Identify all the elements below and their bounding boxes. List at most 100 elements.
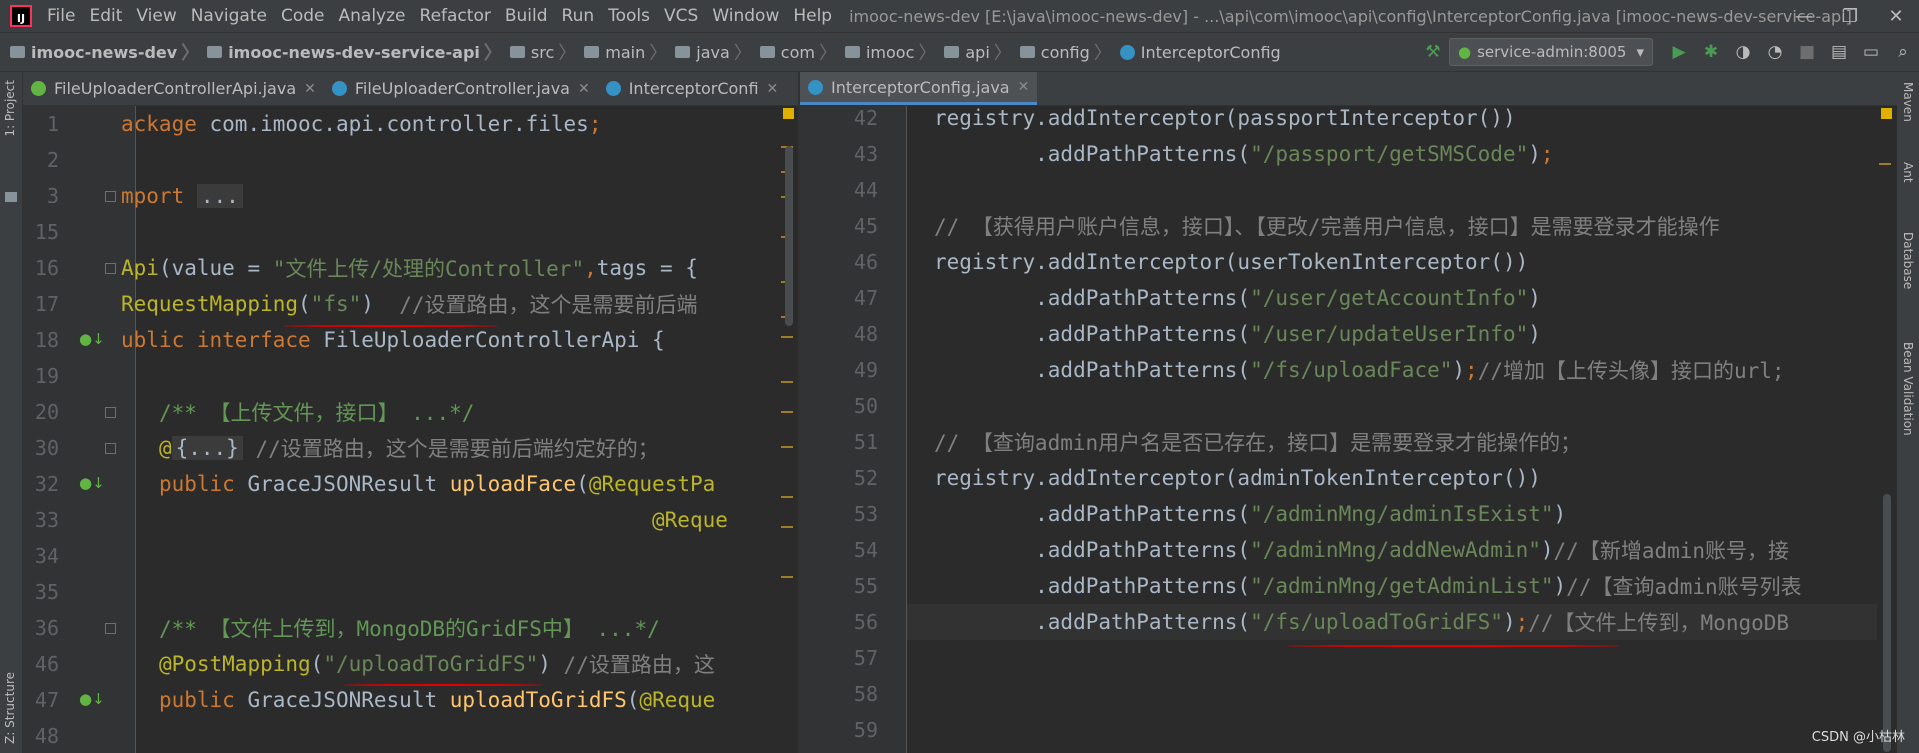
coverage-icon[interactable]: ◑	[1730, 39, 1756, 65]
project-structure-icon[interactable]: ▤	[1826, 39, 1852, 65]
breadcrumb-item[interactable]: InterceptorConfig	[1116, 43, 1281, 62]
left-code-editor[interactable]: 1 ackage com.imooc.api.controller.files; 2…	[23, 106, 798, 753]
folder-icon	[207, 46, 223, 58]
bean-validation-tool-button[interactable]: Bean Validation	[1901, 342, 1915, 436]
line-number: 20	[34, 400, 59, 424]
spring-bean-icon[interactable]: ●↓	[79, 330, 105, 348]
scrollbar-mark	[781, 446, 793, 448]
close-icon[interactable]: ✕	[304, 81, 316, 97]
menu-tools[interactable]: Tools	[601, 6, 657, 26]
tab-overflow-button[interactable]: ⋮≡8	[786, 72, 798, 105]
structure-tool-button[interactable]: Z: Structure	[3, 672, 17, 744]
implemented-icon[interactable]: ●↓	[79, 474, 105, 492]
close-icon[interactable]: ✕	[1018, 79, 1030, 95]
close-icon[interactable]: ✕	[767, 81, 779, 97]
code-token: ackage	[121, 112, 210, 136]
breadcrumb-item[interactable]: java 〉	[671, 39, 756, 65]
window-title: imooc-news-dev [E:\java\imooc-news-dev] …	[849, 6, 1852, 26]
line-number: 51	[853, 430, 878, 454]
code-token: // 【获得用户账户信息，接口】、【更改/完善用户信息，接口】是需要登录才能操作	[934, 215, 1720, 239]
code-token: .addPathPatterns(	[934, 286, 1251, 310]
code-token: @Reque	[639, 688, 716, 712]
editor-tab[interactable]: InterceptorConfi ✕	[598, 72, 787, 105]
interface-icon	[31, 81, 46, 96]
search-icon[interactable]: ⌕	[1890, 39, 1916, 65]
restore-icon[interactable]: ❐	[1827, 0, 1873, 32]
breadcrumb-item[interactable]: api 〉	[940, 39, 1015, 65]
code-token: ;	[1515, 610, 1529, 634]
menu-window[interactable]: Window	[705, 6, 786, 26]
fold-toggle-icon[interactable]	[105, 443, 116, 454]
folder-icon	[759, 46, 775, 58]
left-scrollbar-thumb[interactable]	[785, 146, 793, 326]
line-number: 48	[853, 322, 878, 346]
code-line: @ {...} //设置路由，这个是需要前后端约定好的；	[121, 430, 659, 466]
fold-toggle-icon[interactable]	[105, 407, 116, 418]
chevron-right-icon: 〉	[918, 43, 937, 64]
stop-icon[interactable]: ■	[1794, 39, 1820, 65]
breadcrumb-item[interactable]: imooc 〉	[841, 39, 940, 65]
database-tool-button[interactable]: Database	[1901, 232, 1915, 289]
build-hammer-icon[interactable]: ⚒	[1420, 39, 1446, 65]
menu-help[interactable]: Help	[786, 6, 839, 26]
code-line: .addPathPatterns("/fs/uploadFace");//增加【…	[934, 352, 1784, 388]
breadcrumb-item[interactable]: main 〉	[580, 39, 671, 65]
folded-code[interactable]: ...	[196, 184, 243, 208]
breadcrumb-item[interactable]: imooc-news-dev-service-api 〉	[203, 39, 506, 65]
menu-vcs[interactable]: VCS	[657, 6, 705, 26]
breadcrumb-item[interactable]: config 〉	[1016, 39, 1116, 65]
implemented-icon[interactable]: ●↓	[79, 690, 105, 708]
code-token: "/fs/uploadToGridFS"	[1250, 610, 1503, 634]
menu-analyze[interactable]: Analyze	[332, 6, 413, 26]
breadcrumb-item[interactable]: imooc-news-dev 〉	[6, 39, 203, 65]
ant-tool-button[interactable]: Ant	[1901, 162, 1915, 183]
chevron-right-icon: 〉	[483, 43, 502, 64]
minimize-icon[interactable]: —	[1781, 0, 1827, 32]
editor-tab[interactable]: InterceptorConfig.java ✕	[800, 72, 1038, 105]
close-window-icon[interactable]: ✕	[1873, 0, 1919, 32]
layout-icon[interactable]: ▭	[1858, 39, 1884, 65]
code-token: "/uploadToGridFS"	[323, 652, 539, 676]
right-scrollbar-thumb[interactable]	[1883, 494, 1891, 752]
line-number: 57	[853, 646, 878, 670]
run-config-select[interactable]: ● service-admin:8005 ▾	[1449, 38, 1653, 66]
code-token: //设置路由，这	[563, 653, 715, 677]
editor-tab[interactable]: FileUploaderController.java ✕	[324, 72, 598, 105]
folder-icon	[10, 46, 25, 58]
menu-file[interactable]: File	[40, 6, 82, 26]
editor-tab[interactable]: FileUploaderControllerApi.java ✕	[23, 72, 324, 105]
maven-tool-button[interactable]: Maven	[1901, 82, 1915, 122]
menu-edit[interactable]: Edit	[82, 6, 129, 26]
breadcrumb-item[interactable]: src 〉	[506, 39, 580, 65]
spring-icon: ●	[1458, 43, 1472, 61]
run-icon[interactable]: ▶	[1666, 39, 1692, 65]
fold-toggle-icon[interactable]	[105, 263, 116, 274]
scrollbar-mark	[781, 336, 793, 338]
project-tool-button[interactable]: 1: Project	[3, 80, 17, 137]
menu-navigate[interactable]: Navigate	[184, 6, 274, 26]
fold-toggle-icon[interactable]	[105, 623, 116, 634]
breadcrumb-item[interactable]: com 〉	[756, 39, 841, 65]
debug-icon[interactable]: ✱	[1698, 39, 1724, 65]
close-icon[interactable]: ✕	[578, 81, 590, 97]
menu-build[interactable]: Build	[498, 6, 555, 26]
folded-code[interactable]: {...}	[171, 436, 243, 460]
line-number: 30	[34, 436, 59, 460]
right-code-editor[interactable]: 42 registry.addInterceptor(passportInterc…	[800, 106, 1897, 753]
line-number: 44	[853, 178, 878, 202]
menu-code[interactable]: Code	[274, 6, 332, 26]
code-token: @Reque	[652, 508, 728, 532]
profile-icon[interactable]: ◔	[1762, 39, 1788, 65]
class-icon	[605, 81, 621, 96]
tab-label: InterceptorConfi	[628, 79, 759, 98]
fold-toggle-icon[interactable]	[105, 191, 116, 202]
menu-view[interactable]: View	[129, 6, 183, 26]
menu-refactor[interactable]: Refactor	[413, 6, 498, 26]
scrollbar-mark	[781, 381, 793, 383]
breadcrumb-label: config	[1040, 42, 1090, 62]
line-number: 19	[34, 364, 59, 388]
run-toolbar: ⚒ ● service-admin:8005 ▾ ▶ ✱ ◑ ◔ ■ ▤ ▭ ⌕	[1417, 33, 1919, 71]
menu-run[interactable]: Run	[555, 6, 602, 26]
